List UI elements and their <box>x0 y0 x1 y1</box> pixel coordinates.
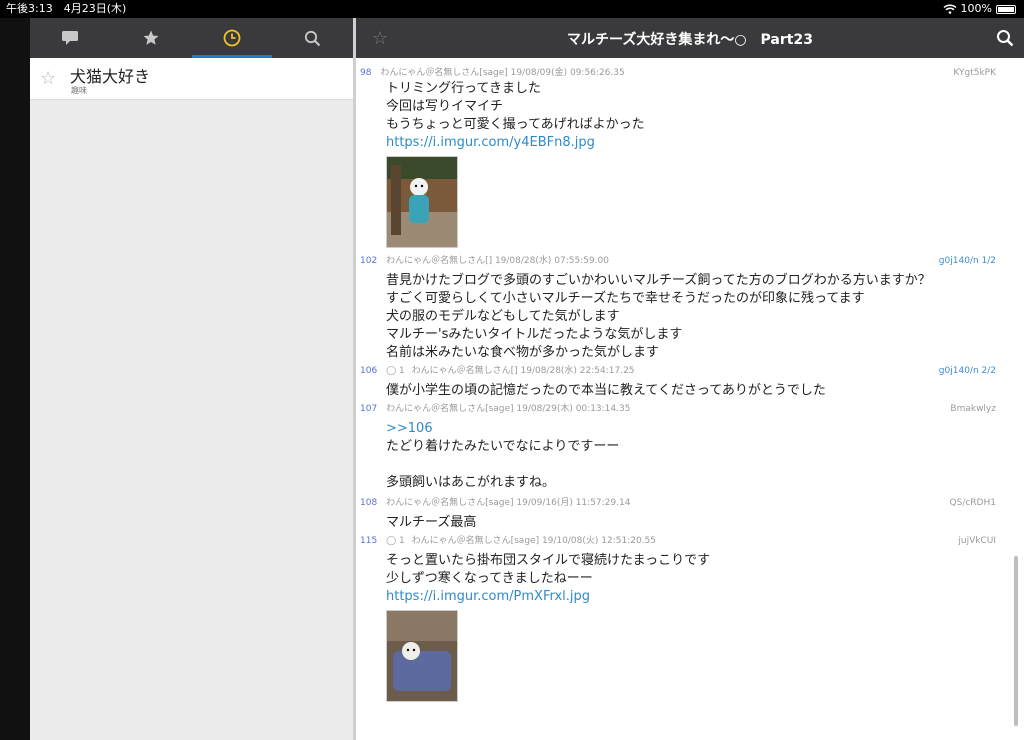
sidebar-tab-bar <box>30 18 353 58</box>
reply-count: 1 <box>399 366 405 376</box>
sidebar: ☆ 犬猫大好き 趣味 <box>30 58 353 740</box>
status-right: 100% <box>943 0 1016 18</box>
post-body: 僕が小学生の頃の記憶だったので本当に教えてくださってありがとうでした <box>386 383 826 398</box>
dog-photo-thumbnail <box>387 611 457 701</box>
post-body: マルチーズ最高 <box>386 515 477 530</box>
reply-count-icon[interactable]: ◯ 1 <box>386 366 405 376</box>
thread-search-button[interactable] <box>996 29 1014 51</box>
post-meta: 115 ◯ 1 わんにゃん＠名無しさん[sage] 19/10/08(火) 12… <box>360 534 1024 548</box>
post-number[interactable]: 115 <box>360 536 377 546</box>
thread-scrollbar[interactable] <box>1014 556 1018 726</box>
left-edge-strip <box>0 18 30 740</box>
post-body: そっと置いたら掛布団スタイルで寝続けたまっこりです 少しずつ寒くなってきましたね… <box>386 553 711 586</box>
post-number[interactable]: 108 <box>360 498 377 508</box>
post-link[interactable]: https://i.imgur.com/y4EBFn8.jpg <box>360 134 1024 152</box>
reply-count-icon[interactable]: ◯ 1 <box>386 536 405 546</box>
post-number[interactable]: 98 <box>360 68 371 78</box>
reply-count: 1 <box>399 536 405 546</box>
post-body: 昔見かけたブログで多頭のすごいかわいいマルチーズ飼ってた方のブログわかる方います… <box>386 273 931 360</box>
post-author-date: わんにゃん＠名無しさん[sage] 19/09/16(月) 11:57:29.1… <box>386 498 631 508</box>
tab-search[interactable] <box>272 18 353 58</box>
anchor-link[interactable]: >>106 <box>386 421 433 436</box>
post-meta: 108 わんにゃん＠名無しさん[sage] 19/09/16(月) 11:57:… <box>360 496 1024 510</box>
post: 115 ◯ 1 わんにゃん＠名無しさん[sage] 19/10/08(火) 12… <box>356 532 1024 702</box>
sidebar-item-board[interactable]: ☆ 犬猫大好き 趣味 <box>30 58 353 100</box>
post-number[interactable]: 106 <box>360 366 377 376</box>
post-id[interactable]: QS/cRDH1 <box>950 496 996 510</box>
image-link[interactable]: https://i.imgur.com/PmXFrxl.jpg <box>386 589 590 604</box>
post-id[interactable]: jujVkCUI <box>958 534 996 548</box>
post-meta: 107 わんにゃん＠名無しさん[sage] 19/08/29(木) 00:13:… <box>360 402 1024 416</box>
thread-title: マルチーズ大好き集まれ〜○ Part23 <box>567 32 813 48</box>
image-link[interactable]: https://i.imgur.com/y4EBFn8.jpg <box>386 135 595 150</box>
tab-messages[interactable] <box>30 18 111 58</box>
post-meta: 106 ◯ 1 わんにゃん＠名無しさん[] 19/08/28(水) 22:54:… <box>360 364 1024 378</box>
post-id[interactable]: g0j140/n 1/2 <box>939 254 996 268</box>
post-author-date: わんにゃん＠名無しさん[sage] 19/08/09(金) 09:56:26.3… <box>380 68 625 78</box>
dog-photo-thumbnail <box>387 157 457 247</box>
post-quote[interactable]: >>106 <box>360 416 1024 438</box>
post-author-date: わんにゃん＠名無しさん[] 19/08/28(水) 07:55:59.00 <box>386 256 609 266</box>
battery-icon <box>996 4 1016 14</box>
post-author-date: わんにゃん＠名無しさん[] 19/08/28(水) 22:54:17.25 <box>411 366 635 376</box>
clock-icon <box>223 29 241 47</box>
post-body: トリミング行ってきました 今回は写りイマイチ もうちょっと可愛く撮ってあげればよ… <box>386 81 645 132</box>
board-title: 犬猫大好き <box>70 67 151 86</box>
thread-content[interactable]: 98 わんにゃん＠名無しさん[sage] 19/08/09(金) 09:56:2… <box>356 58 1024 740</box>
speech-bubble-icon <box>62 31 79 45</box>
post: 107 わんにゃん＠名無しさん[sage] 19/08/29(木) 00:13:… <box>356 400 1024 492</box>
image-thumbnail[interactable] <box>386 610 458 702</box>
star-outline-icon[interactable]: ☆ <box>40 68 56 89</box>
post: 102 わんにゃん＠名無しさん[] 19/08/28(水) 07:55:59.0… <box>356 248 1024 362</box>
post-number[interactable]: 102 <box>360 256 377 266</box>
star-icon <box>143 30 159 45</box>
post-number[interactable]: 107 <box>360 404 377 414</box>
tab-history[interactable] <box>191 18 273 58</box>
post: 108 わんにゃん＠名無しさん[sage] 19/09/16(月) 11:57:… <box>356 492 1024 532</box>
status-time-date: 午後3:13 4月23日(木) <box>6 2 127 15</box>
search-icon <box>997 30 1014 47</box>
post-author-date: わんにゃん＠名無しさん[sage] 19/08/29(木) 00:13:14.3… <box>386 404 631 414</box>
post-body: たどり着けたみたいでなによりですーー 多頭飼いはあこがれますね。 <box>386 439 620 490</box>
post: 106 ◯ 1 わんにゃん＠名無しさん[] 19/08/28(水) 22:54:… <box>356 362 1024 400</box>
post-id[interactable]: KYgt5kPK <box>953 66 996 80</box>
thread-header: ☆ マルチーズ大好き集まれ〜○ Part23 <box>356 18 1024 58</box>
battery-percent: 100% <box>960 2 992 15</box>
post-id[interactable]: g0j140/n 2/2 <box>939 364 996 378</box>
post-meta: 102 わんにゃん＠名無しさん[] 19/08/28(水) 07:55:59.0… <box>360 254 1024 268</box>
tab-favorites[interactable] <box>111 18 192 58</box>
search-icon <box>305 30 321 46</box>
post-id[interactable]: Bmakwlyz <box>950 402 996 416</box>
post-link[interactable]: https://i.imgur.com/PmXFrxl.jpg <box>360 588 1024 606</box>
post: 98 わんにゃん＠名無しさん[sage] 19/08/09(金) 09:56:2… <box>356 58 1024 248</box>
post-meta: 98 わんにゃん＠名無しさん[sage] 19/08/09(金) 09:56:2… <box>360 66 1024 80</box>
post-author-date: わんにゃん＠名無しさん[sage] 19/10/08(火) 12:51:20.5… <box>411 536 656 546</box>
board-category: 趣味 <box>71 86 87 95</box>
wifi-icon <box>943 4 957 14</box>
status-bar: 午後3:13 4月23日(木) 100% <box>0 0 1024 18</box>
image-thumbnail[interactable] <box>386 156 458 248</box>
